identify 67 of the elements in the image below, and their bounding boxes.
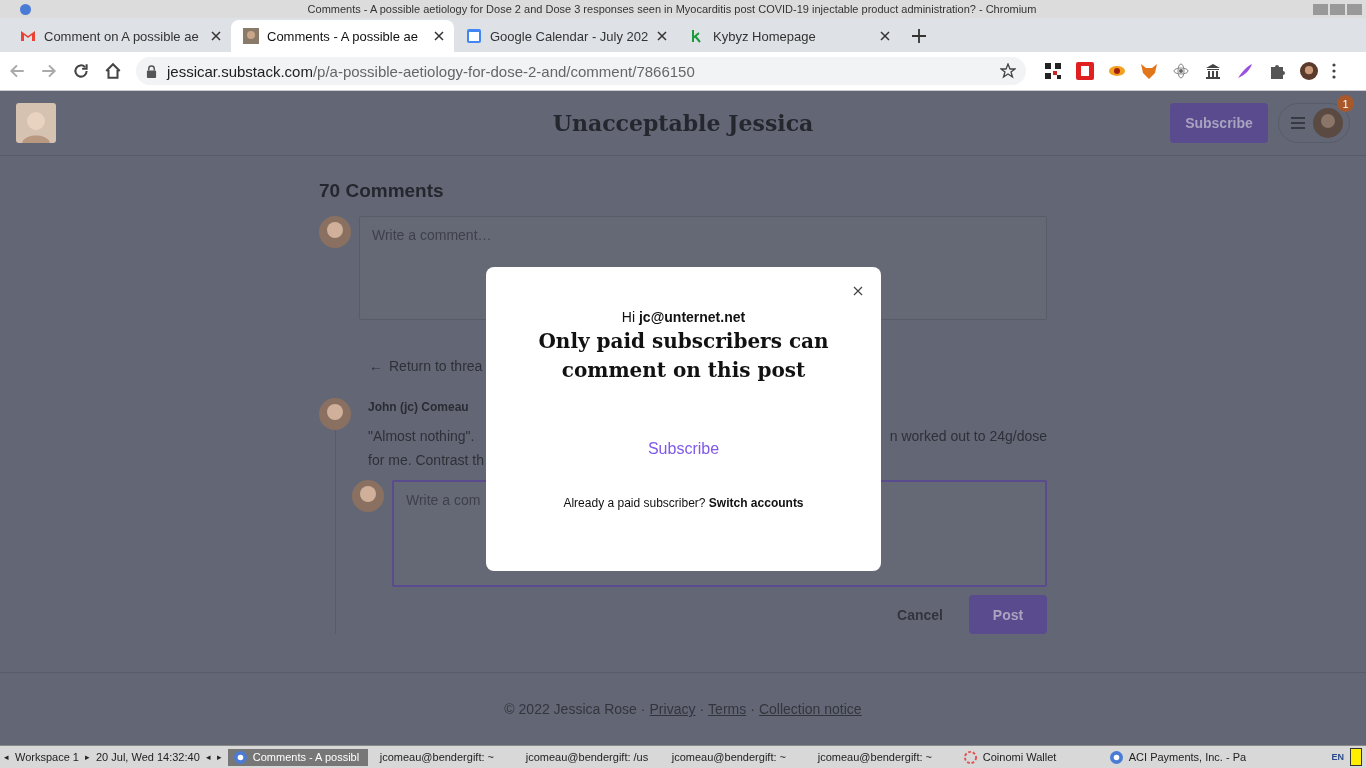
close-icon[interactable] <box>853 286 863 296</box>
separator: · <box>750 701 755 717</box>
atom-icon[interactable] <box>1172 62 1190 80</box>
avatar-icon <box>243 28 259 44</box>
close-icon[interactable] <box>211 31 221 41</box>
switch-accounts-link[interactable]: Switch accounts <box>708 496 804 510</box>
browser-icon <box>233 750 247 764</box>
modal-heading: Only paid subscribers can comment on this post <box>537 328 830 384</box>
taskbar-item[interactable]: jcomeau@bendergift: ~ <box>665 749 806 765</box>
avatar-icon <box>1313 108 1343 138</box>
home-icon[interactable] <box>104 62 122 80</box>
taskbar-item[interactable]: Comments - A possibl <box>227 748 368 766</box>
taskbar-item[interactable]: ACI Payments, Inc. - Pa <box>1103 748 1253 766</box>
arrow-icon: ← <box>369 358 383 374</box>
app-icon <box>20 3 31 15</box>
previous-arrow[interactable]: ◂ <box>4 752 9 762</box>
comment-text: for me. Contrast th <box>368 451 484 470</box>
workspace-switcher[interactable]: Workspace 1 <box>15 751 79 763</box>
browser-tab[interactable]: Kybyz Homepage <box>677 20 900 52</box>
taskbar-item[interactable]: jcomeau@bendergift: ~ <box>811 749 952 765</box>
tray-indicator <box>1350 748 1362 766</box>
separator: · <box>699 701 705 717</box>
comment-text: "Almost nothing". <box>368 427 475 446</box>
previous-arrow[interactable]: ◂ <box>205 752 211 762</box>
close-icon[interactable] <box>434 31 444 41</box>
taskbar-item[interactable]: Coinomi Wallet <box>957 748 1098 766</box>
comments-heading: 70 Comments <box>319 180 445 202</box>
keyboard-layout[interactable]: EN <box>1331 752 1344 762</box>
reload-icon[interactable] <box>72 62 90 80</box>
bank-icon[interactable] <box>1204 62 1222 80</box>
extension-icon[interactable] <box>1076 62 1094 80</box>
puzzle-icon[interactable] <box>1268 62 1286 80</box>
avatar-icon <box>352 480 384 512</box>
address-bar[interactable]: jessicar.substack.com/p/a-possible-aetiology-for-dose-2-and/comment/7866150 <box>136 57 1026 85</box>
next-arrow[interactable]: ▸ <box>85 752 90 762</box>
menu-icon <box>1291 117 1305 129</box>
feather-icon[interactable] <box>1236 62 1254 80</box>
menu-icon[interactable] <box>1332 62 1336 80</box>
copyright-text: © 2022 Jessica Rose <box>504 701 637 717</box>
close-icon[interactable] <box>657 31 667 41</box>
comment-text: n worked out to 24g/dose <box>889 427 1047 446</box>
profile-avatar-icon[interactable] <box>1300 62 1318 80</box>
bookmark-star-icon[interactable] <box>1000 63 1016 79</box>
taskbar-item[interactable]: jcomeau@bendergift: ~ <box>373 749 514 765</box>
browser-icon <box>1109 750 1123 764</box>
clock: 20 Jul, Wed 14:32:40 <box>96 751 200 763</box>
mail-icon <box>20 28 36 44</box>
fox-icon[interactable] <box>1140 62 1158 80</box>
avatar-icon <box>319 216 351 248</box>
notification-badge: 1 <box>1337 95 1354 112</box>
browser-tab[interactable]: Comment on A possible ae <box>8 20 231 52</box>
new-tab-icon[interactable] <box>912 29 926 43</box>
taskbar-item[interactable]: jcomeau@bendergift: /us <box>519 749 660 765</box>
greeting-text: Hi jc@unternet.net <box>621 309 746 325</box>
subscribe-link[interactable]: Subscribe <box>647 440 720 458</box>
next-arrow[interactable]: ▸ <box>216 752 222 762</box>
qr-code-icon[interactable] <box>1044 62 1062 80</box>
wallet-icon <box>963 750 977 764</box>
separator: · <box>640 701 646 717</box>
window-title: Comments - A possible aetiology for Dose 2 and Dose 3 responses seen in Myocarditis post COVID-19 injectable product administration? - Chromium <box>306 3 1038 15</box>
browser-tab[interactable]: Comments - A possible ae <box>231 20 454 52</box>
browser-tab[interactable]: Google Calendar - July 202 <box>454 20 677 52</box>
avatar-icon <box>319 398 351 430</box>
already-subscriber-text: Already a paid subscriber? <box>563 496 706 510</box>
lock-icon <box>146 64 157 78</box>
calendar-icon <box>466 28 482 44</box>
close-icon[interactable] <box>880 31 890 41</box>
